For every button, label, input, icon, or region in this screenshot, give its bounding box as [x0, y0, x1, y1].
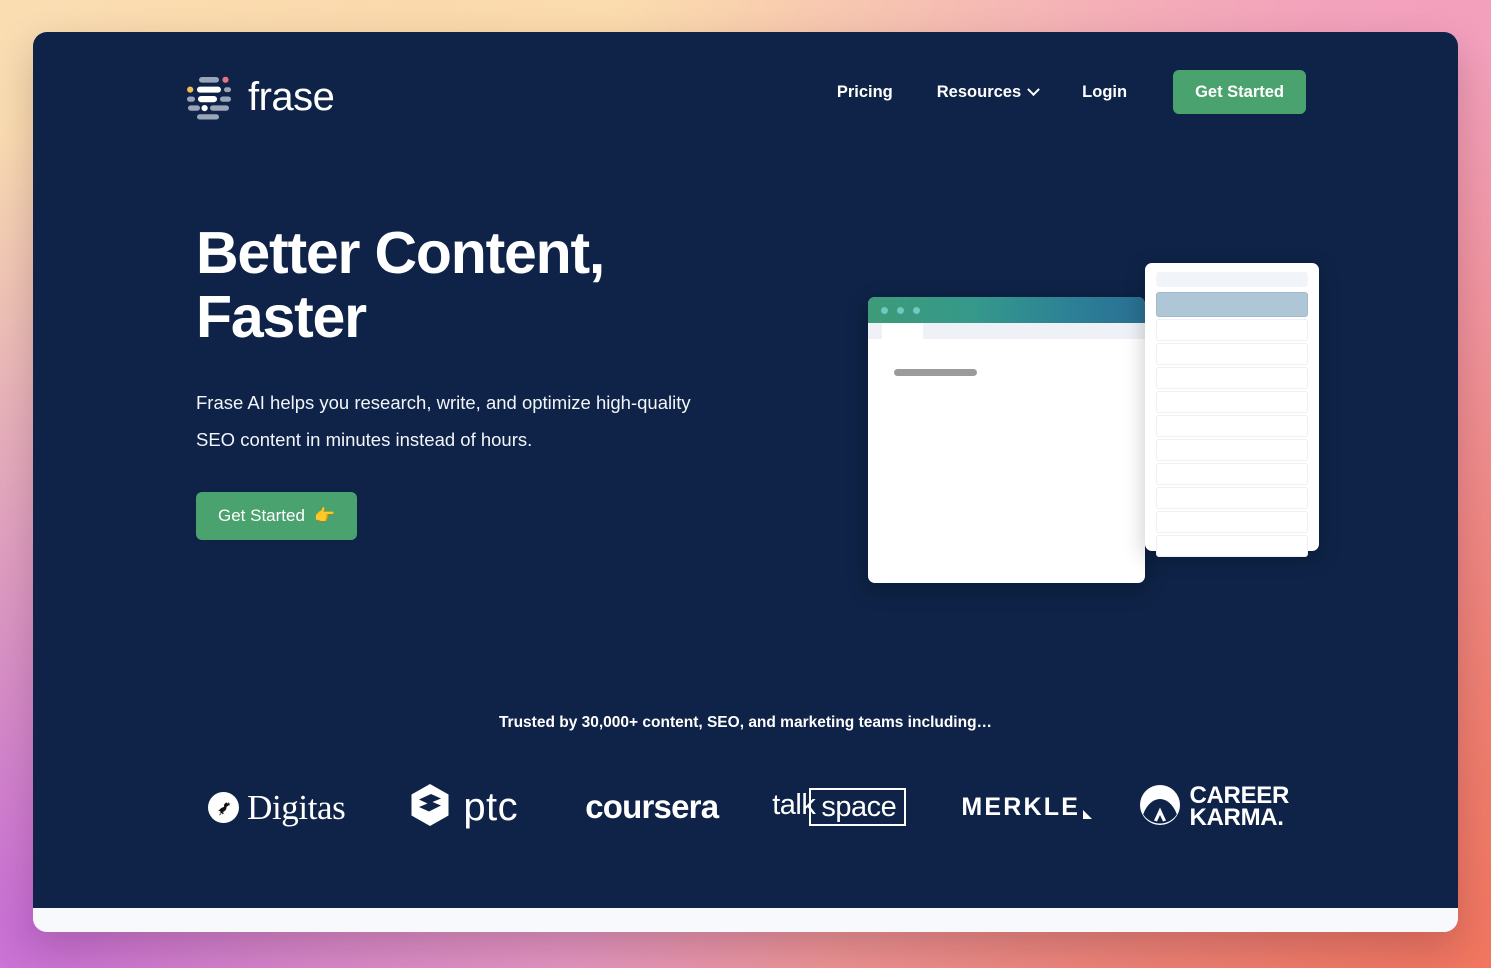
frase-bars-logo-icon: [185, 72, 235, 122]
illustration-side-panel-row: [1156, 391, 1308, 413]
hero-get-started-button[interactable]: Get Started 👉: [196, 491, 358, 540]
nav-links: Pricing Resources Login Get Started: [815, 70, 1306, 114]
chevron-down-icon: [1027, 82, 1041, 96]
customer-logo-digitas: Digitas: [183, 774, 371, 840]
window-dot-icon: [897, 306, 904, 314]
illustration-side-panel-row: [1156, 319, 1308, 341]
illustration-side-panel-row-active: [1156, 292, 1308, 317]
hero-title-line-2: Faster: [196, 283, 367, 350]
top-navigation: frase Pricing Resources Login Get Starte…: [33, 32, 1458, 142]
customer-logo-merkle: MERKLE: [933, 774, 1121, 840]
illustration-window-tabbar: [868, 323, 1145, 339]
brand-logo[interactable]: frase: [185, 72, 335, 122]
nav-get-started-button[interactable]: Get Started: [1173, 70, 1306, 114]
nav-link-pricing-label: Pricing: [836, 83, 893, 101]
nav-link-login[interactable]: Login: [1060, 74, 1149, 110]
illustration-side-panel-row: [1156, 511, 1308, 533]
coursera-wordmark: coursera: [585, 788, 719, 825]
customer-logo-talkspace: talk space: [746, 774, 934, 840]
pointing-right-hand-icon: 👉: [313, 505, 336, 525]
hero-subtitle: Frase AI helps you research, write, and …: [196, 392, 691, 450]
merkle-wordmark: MERKLE: [961, 792, 1081, 821]
page-title: Better Content, Faster: [196, 220, 756, 350]
nav-link-resources[interactable]: Resources: [915, 74, 1060, 110]
illustration-side-panel-row: [1156, 439, 1308, 461]
illustration-placeholder-line: [894, 369, 977, 376]
digitas-unicorn-icon: [208, 791, 240, 823]
illustration-window-titlebar: [868, 297, 1145, 323]
customer-logo-career-karma: CAREER KARMA.: [1121, 774, 1309, 840]
illustration-browser-window: [868, 297, 1145, 583]
page-shell: frase Pricing Resources Login Get Starte…: [33, 32, 1458, 932]
career-karma-wordmark: CAREER KARMA.: [1189, 783, 1289, 831]
customer-logo-row: Digitas ptc coursera talk space MERKLE C…: [33, 774, 1458, 840]
illustration-side-panel-row: [1156, 487, 1308, 509]
nav-link-pricing[interactable]: Pricing: [815, 74, 915, 110]
hero-panel: frase Pricing Resources Login Get Starte…: [33, 32, 1458, 908]
window-dot-icon: [913, 306, 920, 314]
social-proof-headline: Trusted by 30,000+ content, SEO, and mar…: [498, 714, 993, 731]
illustration-window-tab: [882, 323, 923, 339]
digitas-wordmark: Digitas: [247, 787, 346, 827]
illustration-side-panel-row: [1156, 415, 1308, 437]
merkle-triangle-icon: [1083, 809, 1093, 819]
customer-logo-coursera: coursera: [558, 774, 746, 840]
career-karma-line-2: KARMA.: [1189, 804, 1284, 831]
hero-title-line-1: Better Content,: [196, 220, 605, 286]
customer-logo-ptc: ptc: [371, 774, 559, 840]
hero-illustration: [835, 230, 1319, 583]
ptc-wordmark: ptc: [463, 785, 519, 829]
talkspace-wordmark-part2: space: [809, 788, 907, 826]
nav-link-login-label: Login: [1082, 83, 1128, 101]
brand-name: frase: [248, 75, 335, 119]
hero-copy: Better Content, Faster Frase AI helps yo…: [196, 220, 756, 540]
illustration-side-panel-header: [1156, 272, 1308, 287]
hero-cta-label: Get Started: [218, 505, 305, 525]
ptc-hexagon-icon: [410, 783, 450, 832]
page-bottom-strip: [33, 908, 1458, 932]
career-karma-arch-icon: [1139, 784, 1181, 831]
illustration-side-panel-row: [1156, 463, 1308, 485]
nav-link-resources-label: Resources: [936, 83, 1022, 101]
window-dot-icon: [881, 306, 888, 314]
illustration-side-panel: [1145, 263, 1319, 557]
illustration-side-panel-row: [1156, 535, 1308, 557]
illustration-side-panel-row: [1156, 367, 1308, 389]
illustration-side-panel-row: [1156, 343, 1308, 365]
